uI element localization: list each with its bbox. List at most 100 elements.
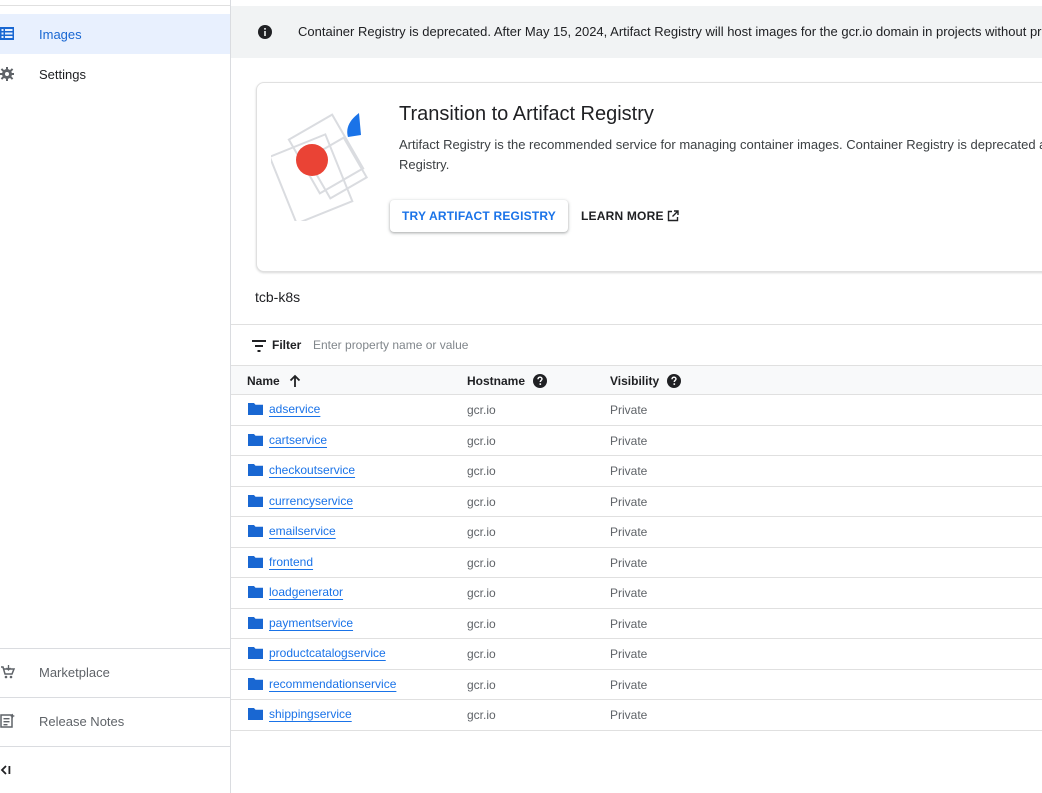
sidebar-divider — [0, 648, 230, 649]
sort-ascending-icon[interactable] — [288, 374, 302, 388]
banner-text: Container Registry is deprecated. After … — [298, 24, 1042, 39]
sidebar-item-label: Release Notes — [39, 713, 125, 729]
card-title: Transition to Artifact Registry — [399, 103, 654, 125]
name-cell: emailservice — [248, 524, 336, 538]
column-header-hostname: Hostname — [467, 374, 548, 388]
table-row: paymentservice gcr.io Private — [231, 609, 1042, 639]
sidebar-item-settings[interactable]: Settings — [0, 54, 230, 94]
visibility-cell: Private — [610, 677, 648, 692]
visibility-cell: Private — [610, 494, 648, 509]
name-cell: cartservice — [248, 433, 327, 447]
table-row: cartservice gcr.io Private — [231, 426, 1042, 456]
folder-icon — [248, 677, 263, 690]
image-name-link[interactable]: cartservice — [269, 433, 327, 447]
help-icon[interactable] — [667, 374, 682, 388]
cart-icon — [1, 665, 16, 679]
learn-more-label: LEARN MORE — [581, 209, 664, 223]
visibility-cell: Private — [610, 464, 648, 478]
visibility-cell: Private — [610, 403, 648, 417]
project-name: tcb-k8s — [255, 289, 301, 305]
try-artifact-registry-button[interactable]: TRY ARTIFACT REGISTRY — [390, 200, 568, 232]
images-table: Name Hostname Visibility adservice gcr.i… — [231, 365, 1042, 731]
external-link-icon — [667, 210, 679, 222]
hostname-cell: gcr.io — [467, 647, 496, 661]
image-name-link[interactable]: recommendationservice — [269, 677, 396, 691]
filter-icon — [252, 340, 266, 352]
image-name-link[interactable]: paymentservice — [269, 616, 353, 630]
sidebar-item-label: Images — [39, 26, 82, 42]
hostname-cell: gcr.io — [467, 494, 496, 509]
folder-icon — [248, 586, 263, 598]
folder-icon — [248, 555, 263, 568]
folder-icon — [248, 647, 263, 659]
table-row: checkoutservice gcr.io Private — [231, 456, 1042, 487]
filter-input[interactable] — [313, 335, 713, 355]
visibility-cell: Private — [610, 433, 648, 448]
name-cell: paymentservice — [248, 616, 353, 630]
table-row: currencyservice gcr.io Private — [231, 487, 1042, 517]
image-name-link[interactable]: adservice — [269, 402, 320, 416]
card-body: Artifact Registry is the recommended ser… — [399, 137, 1042, 172]
column-header-name[interactable]: Name — [247, 374, 302, 388]
column-header-visibility: Visibility — [610, 374, 682, 388]
folder-icon — [248, 464, 263, 476]
table-row: loadgenerator gcr.io Private — [231, 578, 1042, 609]
folder-icon — [248, 525, 263, 537]
table-row: recommendationservice gcr.io Private — [231, 670, 1042, 700]
image-name-link[interactable]: emailservice — [269, 524, 336, 538]
hostname-cell: gcr.io — [467, 433, 496, 448]
sidebar-item-release-notes[interactable]: Release Notes — [0, 701, 230, 741]
filter-bar: Filter — [231, 324, 1042, 365]
sidebar-item-marketplace[interactable]: Marketplace — [0, 652, 230, 692]
image-name-link[interactable]: shippingservice — [269, 707, 352, 721]
image-name-link[interactable]: frontend — [269, 555, 313, 569]
hostname-cell: gcr.io — [467, 708, 496, 722]
folder-icon — [248, 616, 263, 629]
folder-icon — [248, 708, 263, 720]
name-cell: adservice — [248, 402, 320, 416]
visibility-cell: Private — [610, 525, 648, 539]
hostname-cell: gcr.io — [467, 586, 496, 600]
image-name-link[interactable]: loadgenerator — [269, 585, 343, 599]
list-icon — [0, 27, 14, 40]
sidebar-item-label: Settings — [39, 66, 86, 82]
visibility-cell: Private — [610, 555, 648, 570]
table-row: emailservice gcr.io Private — [231, 517, 1042, 548]
collapse-icon[interactable] — [0, 763, 14, 777]
deprecation-banner: Container Registry is deprecated. After … — [231, 6, 1042, 58]
table-row: shippingservice gcr.io Private — [231, 700, 1042, 731]
name-cell: loadgenerator — [248, 585, 343, 599]
folder-icon — [248, 494, 263, 507]
sidebar-item-label: Marketplace — [39, 664, 110, 680]
hostname-cell: gcr.io — [467, 525, 496, 539]
help-icon[interactable] — [533, 374, 548, 388]
filter-label: Filter — [272, 338, 302, 352]
table-row: frontend gcr.io Private — [231, 548, 1042, 578]
hostname-cell: gcr.io — [467, 555, 496, 570]
image-name-link[interactable]: productcatalogservice — [269, 646, 386, 660]
learn-more-link[interactable]: LEARN MORE — [581, 200, 679, 232]
table-header: Name Hostname Visibility — [231, 365, 1042, 395]
image-name-link[interactable]: checkoutservice — [269, 463, 355, 477]
name-cell: shippingservice — [248, 707, 352, 721]
table-row: adservice gcr.io Private — [231, 395, 1042, 426]
column-header-label: Name — [247, 374, 280, 388]
sidebar-top-divider — [0, 0, 230, 6]
sidebar-item-images[interactable]: Images — [0, 14, 230, 54]
table-row: productcatalogservice gcr.io Private — [231, 639, 1042, 670]
info-icon — [258, 25, 272, 39]
folder-icon — [248, 403, 263, 415]
sidebar-divider — [0, 746, 230, 747]
name-cell: checkoutservice — [248, 463, 355, 477]
hostname-cell: gcr.io — [467, 677, 496, 692]
hostname-cell: gcr.io — [467, 616, 496, 631]
release-notes-icon — [0, 713, 15, 728]
hostname-cell: gcr.io — [467, 403, 496, 417]
sidebar-divider — [0, 697, 230, 698]
image-name-link[interactable]: currencyservice — [269, 494, 353, 508]
artifact-registry-illustration — [271, 113, 369, 221]
hostname-cell: gcr.io — [467, 464, 496, 478]
visibility-cell: Private — [610, 647, 648, 661]
sidebar: Images Settings Marketplace Release Note… — [0, 0, 231, 793]
visibility-cell: Private — [610, 616, 648, 631]
